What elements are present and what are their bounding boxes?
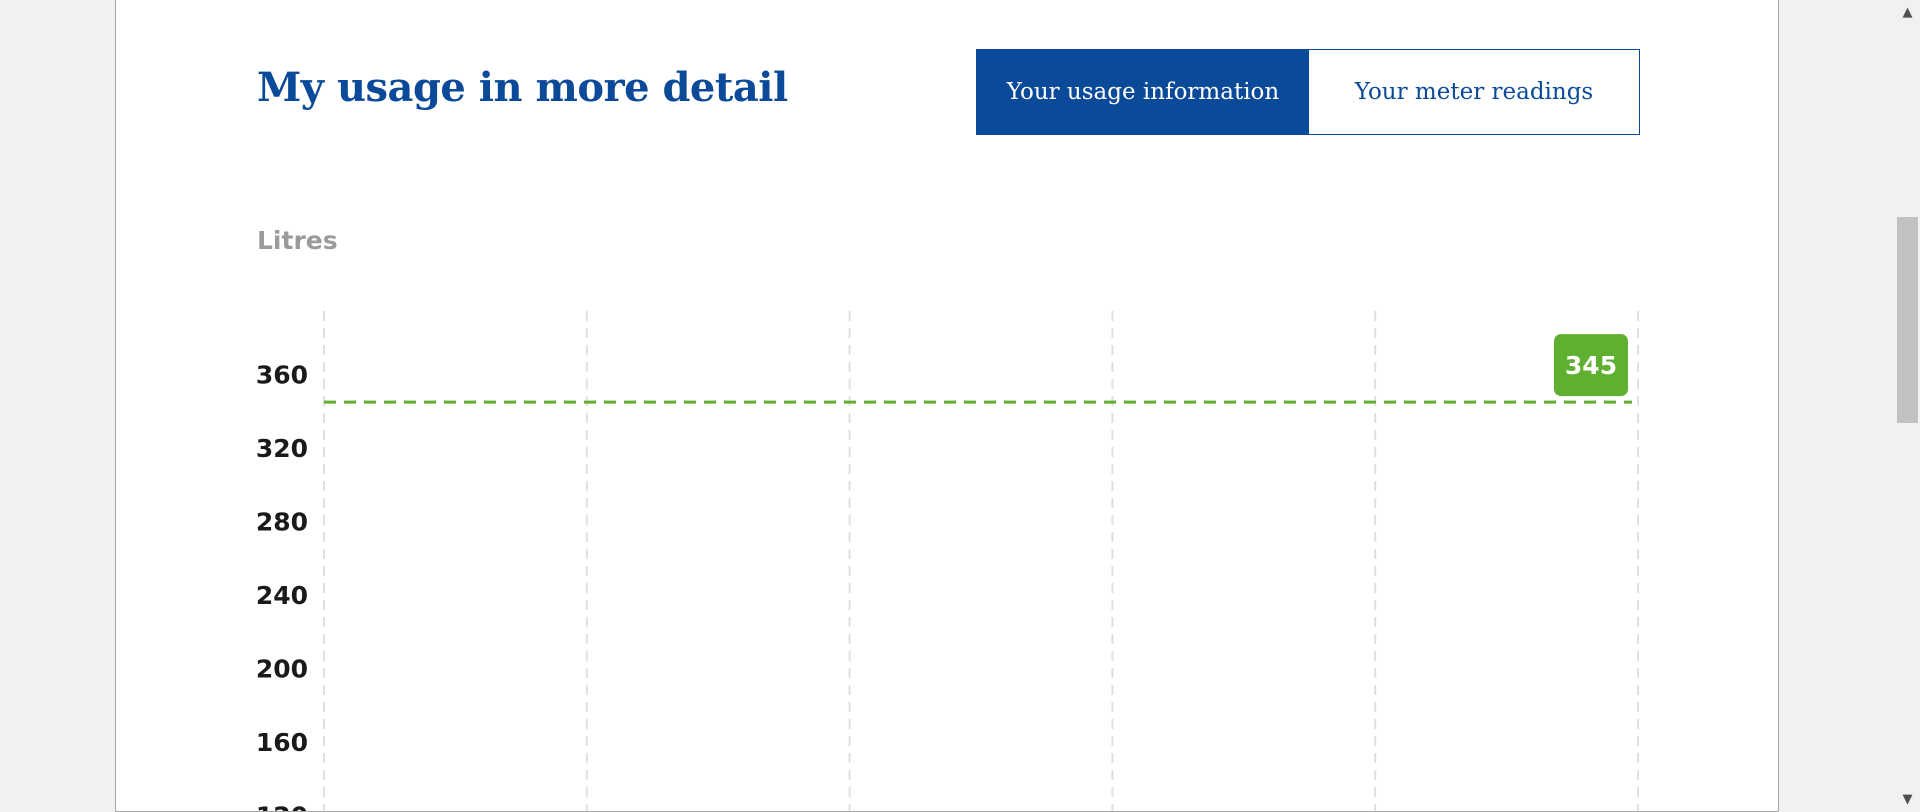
- y-tick-label: 320: [256, 434, 308, 463]
- scroll-down-icon[interactable]: ▼: [1895, 787, 1920, 812]
- usage-chart: 360 320 280 240 200 160 120 345: [256, 311, 1639, 812]
- scroll-up-icon[interactable]: ▲: [1895, 0, 1920, 25]
- y-tick-label: 120: [256, 802, 308, 812]
- average-value-label: 345: [1565, 351, 1617, 380]
- usage-panel: My usage in more detail Your usage infor…: [115, 0, 1779, 812]
- y-tick-label: 240: [256, 581, 308, 610]
- y-tick-label: 280: [256, 508, 308, 537]
- y-tick-label: 160: [256, 728, 308, 757]
- vertical-scrollbar[interactable]: ▲ ▼: [1895, 0, 1920, 812]
- y-tick-label: 200: [256, 655, 308, 684]
- y-tick-label: 360: [256, 361, 308, 390]
- scrollbar-thumb[interactable]: [1897, 217, 1918, 423]
